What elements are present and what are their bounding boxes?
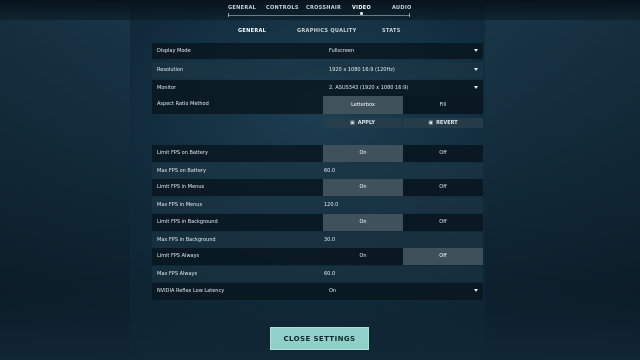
setting-label: Limit FPS Always	[157, 253, 200, 259]
nav-line-tick-left	[228, 13, 229, 17]
tab-crosshair[interactable]: CROSSHAIR	[306, 5, 341, 11]
save-icon: ▣	[350, 120, 355, 126]
subtab-stats[interactable]: STATS	[382, 28, 401, 34]
setting-display-mode: Display Mode Fullscreen	[152, 43, 483, 59]
setting-label: Display Mode	[157, 48, 191, 54]
dropdown-value: On	[329, 288, 337, 294]
setting-label: Max FPS in Background	[157, 237, 216, 243]
limit-fps-battery-off[interactable]: Off	[403, 145, 483, 162]
apply-label: APPLY	[357, 120, 375, 126]
tab-general[interactable]: GENERAL	[228, 5, 256, 11]
limit-fps-always-on[interactable]: On	[323, 248, 403, 265]
top-nav: GENERAL CONTROLS CROSSHAIR VIDEO AUDIO	[0, 0, 640, 20]
setting-label: Aspect Ratio Method	[157, 101, 209, 107]
limit-fps-background-on[interactable]: On	[323, 214, 403, 231]
limit-fps-menus-off[interactable]: Off	[403, 179, 483, 196]
setting-label: Limit FPS on Battery	[157, 150, 208, 156]
limit-fps-background-off[interactable]: Off	[403, 214, 483, 231]
setting-monitor: Monitor 2. ASUS343 (1920 x 1080 16:9)	[152, 80, 483, 96]
chevron-down-icon	[474, 68, 478, 71]
setting-label: Max FPS on Battery	[157, 168, 206, 174]
setting-label: Max FPS Always	[157, 271, 198, 277]
limit-fps-menus-on[interactable]: On	[323, 179, 403, 196]
setting-limit-fps-menus: Limit FPS in Menus On Off	[152, 179, 483, 196]
tab-controls[interactable]: CONTROLS	[266, 5, 299, 11]
nav-line-tick-right	[409, 13, 410, 17]
apply-button[interactable]: ▣ APPLY	[323, 118, 402, 128]
setting-max-fps-menus: Max FPS in Menus 120.0	[152, 197, 483, 213]
close-settings-button[interactable]: CLOSE SETTINGS	[270, 327, 369, 350]
nvidia-reflex-dropdown[interactable]: On	[323, 283, 483, 300]
limit-fps-always-off[interactable]: Off	[403, 248, 483, 265]
aspect-fill-option[interactable]: Fill	[403, 96, 483, 114]
nav-line	[228, 15, 410, 16]
setting-label: Max FPS in Menus	[157, 202, 203, 208]
setting-label: Limit FPS in Background	[157, 219, 218, 225]
revert-label: REVERT	[436, 120, 458, 126]
display-mode-dropdown[interactable]: Fullscreen	[323, 43, 483, 59]
aspect-letterbox-option[interactable]: Letterbox	[323, 96, 403, 114]
setting-aspect-ratio: Aspect Ratio Method Letterbox Fill	[152, 96, 483, 114]
resolution-dropdown[interactable]: 1920 x 1080 16:9 (120Hz)	[323, 62, 483, 78]
limit-fps-battery-on[interactable]: On	[323, 145, 403, 162]
setting-label: Resolution	[157, 67, 184, 73]
setting-max-fps-always: Max FPS Always 60.0	[152, 266, 483, 282]
max-fps-always-value[interactable]: 60.0	[324, 271, 335, 277]
chevron-down-icon	[474, 49, 478, 52]
subtab-graphics-quality[interactable]: GRAPHICS QUALITY	[297, 28, 357, 34]
tab-crosshair-label: CROSSHAIR	[306, 5, 342, 11]
max-fps-battery-value[interactable]: 60.0	[324, 168, 335, 174]
setting-nvidia-reflex: NVIDIA Reflex Low Latency On	[152, 283, 483, 300]
chevron-down-icon	[474, 289, 478, 292]
revert-button[interactable]: ▣ REVERT	[403, 118, 483, 128]
setting-limit-fps-background: Limit FPS in Background On Off	[152, 214, 483, 231]
chevron-down-icon	[474, 86, 478, 89]
monitor-dropdown[interactable]: 2. ASUS343 (1920 x 1080 16:9)	[323, 80, 483, 96]
tab-audio-label: AUDIO	[392, 5, 412, 11]
max-fps-menus-value[interactable]: 120.0	[324, 202, 338, 208]
max-fps-background-value[interactable]: 30.0	[324, 237, 335, 243]
dropdown-value: 1920 x 1080 16:9 (120Hz)	[329, 67, 395, 73]
tab-general-label: GENERAL	[228, 5, 257, 11]
setting-label: NVIDIA Reflex Low Latency	[157, 288, 225, 294]
tab-video[interactable]: VIDEO	[352, 5, 372, 15]
setting-limit-fps-battery: Limit FPS on Battery On Off	[152, 145, 483, 162]
setting-max-fps-battery: Max FPS on Battery 60.0	[152, 163, 483, 179]
setting-label: Limit FPS in Menus	[157, 184, 205, 190]
tab-audio[interactable]: AUDIO	[392, 5, 412, 11]
dropdown-value: Fullscreen	[329, 48, 355, 54]
settings-panel: Display Mode Fullscreen Resolution 1920 …	[152, 43, 483, 300]
setting-limit-fps-always: Limit FPS Always On Off	[152, 248, 483, 265]
setting-resolution: Resolution 1920 x 1080 16:9 (120Hz)	[152, 62, 483, 78]
tab-controls-label: CONTROLS	[266, 5, 299, 11]
dropdown-value: 2. ASUS343 (1920 x 1080 16:9)	[329, 85, 409, 91]
setting-label: Monitor	[157, 85, 177, 91]
active-tab-indicator	[360, 12, 364, 15]
setting-max-fps-background: Max FPS in Background 30.0	[152, 232, 483, 248]
subtab-general[interactable]: GENERAL	[238, 28, 266, 34]
tab-video-label: VIDEO	[352, 5, 372, 11]
revert-icon: ▣	[428, 120, 434, 126]
